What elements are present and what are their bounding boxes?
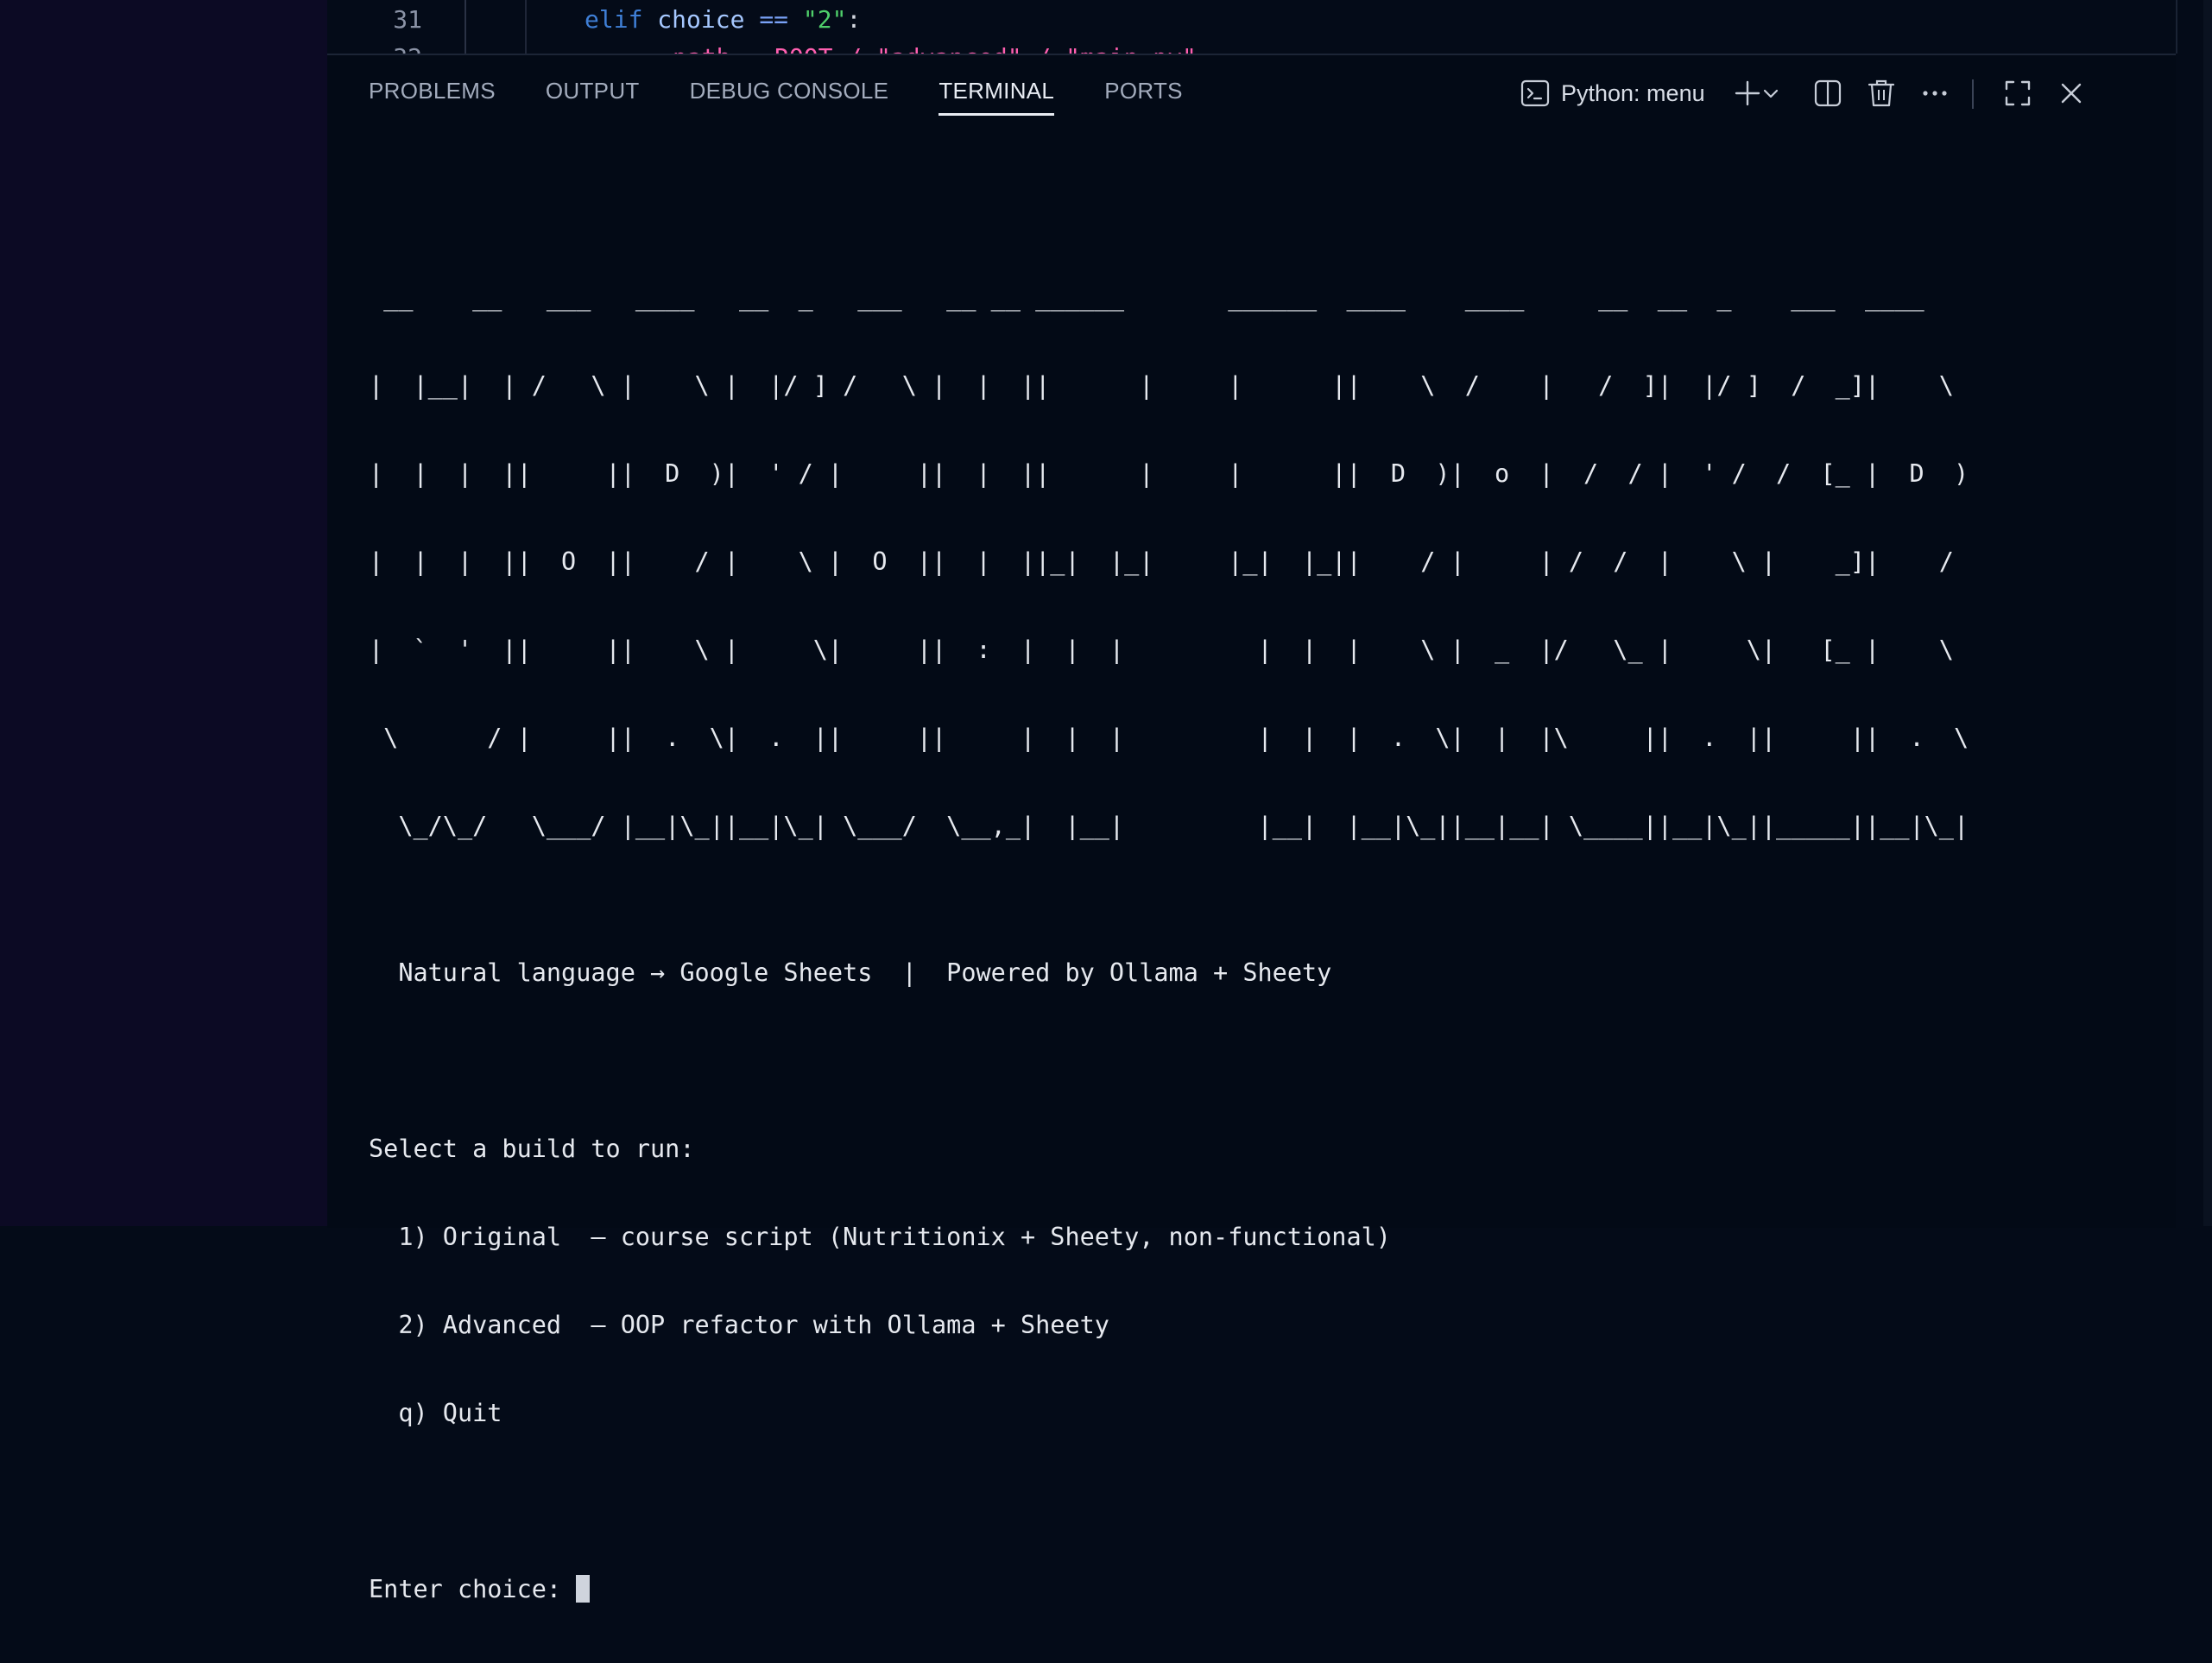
scrollbar-track[interactable] [2203, 0, 2212, 1226]
prompt-header: Select a build to run: [369, 1135, 695, 1163]
sidebar-background [0, 0, 327, 1226]
code-editor[interactable]: 31 32 elif choice == "2": path = ROOT / … [327, 0, 2176, 54]
code-line-next: path = ROOT / "advanced" / "main.py" [673, 43, 1197, 54]
trash-icon[interactable] [1862, 74, 1900, 112]
terminal-icon [1520, 78, 1551, 109]
bottom-panel: PROBLEMS OUTPUT DEBUG CONSOLE TERMINAL P… [327, 54, 2176, 1603]
ascii-banner: __ __ ___ ____ __ _ ___ __ __ ______ ___… [369, 224, 1969, 900]
code-string: "2" [802, 5, 847, 34]
ellipsis-icon[interactable] [1916, 74, 1954, 112]
maximize-icon[interactable] [1999, 74, 2037, 112]
banner-line: | ` ' || || \ | \| || : | | | | | | \ | … [369, 635, 1969, 664]
editor-scroll-edge [2176, 0, 2177, 54]
panel-actions: Python: menu [1520, 74, 2176, 112]
banner-line: | | | || O || / | \ | O || | ||_| |_| |_… [369, 547, 1969, 576]
menu-option: 2) Advanced — OOP refactor with Ollama +… [369, 1311, 1109, 1339]
line-number: 31 [393, 5, 422, 34]
banner-line: | | | || || D )| ' / | || | || | | || D … [369, 459, 1969, 488]
code-colon: : [846, 5, 862, 34]
terminal-output[interactable]: __ __ ___ ____ __ _ ___ __ __ ______ ___… [369, 166, 1969, 1663]
banner-line: \ / | || . \| . || || | | | | | | . \| |… [369, 724, 1969, 752]
line-number-next: 32 [379, 43, 422, 54]
input-line[interactable]: Enter choice: [369, 1575, 1969, 1604]
actions-divider [1972, 79, 1974, 109]
menu-option: q) Quit [369, 1399, 502, 1427]
terminal-cursor [576, 1575, 591, 1603]
banner-line: \_/\_/ \___/ |__|\_||__|\_| \___/ \__,_|… [369, 812, 1969, 840]
split-terminal-icon[interactable] [1809, 74, 1847, 112]
tab-terminal[interactable]: TERMINAL [939, 78, 1055, 116]
terminal-selector[interactable]: Python: menu [1520, 78, 1705, 109]
tab-output[interactable]: OUTPUT [546, 78, 640, 116]
code-operator: == [759, 5, 789, 34]
tab-problems[interactable]: PROBLEMS [369, 78, 496, 116]
banner-subtitle: Natural language → Google Sheets | Power… [369, 958, 1332, 987]
code-line: elif choice == "2": [585, 5, 861, 34]
gutter-divider [465, 0, 466, 54]
tab-debug-console[interactable]: DEBUG CONSOLE [690, 78, 889, 116]
close-icon[interactable] [2052, 74, 2090, 112]
code-keyword: elif [585, 5, 643, 34]
indent-guide [525, 0, 527, 54]
menu-option: 1) Original — course script (Nutritionix… [369, 1223, 1391, 1251]
input-prompt: Enter choice: [369, 1575, 577, 1603]
chevron-down-icon[interactable] [1756, 74, 1785, 112]
code-variable: choice [657, 5, 745, 34]
tab-ports[interactable]: PORTS [1104, 78, 1183, 116]
terminal-name: Python: menu [1561, 79, 1705, 106]
banner-line: __ __ ___ ____ __ _ ___ __ __ ______ ___… [369, 283, 1954, 312]
panel-tabs: PROBLEMS OUTPUT DEBUG CONSOLE TERMINAL P… [369, 78, 1233, 116]
banner-line: | |__| | / \ | \ | |/ ] / \ | | || | | |… [369, 371, 1969, 400]
